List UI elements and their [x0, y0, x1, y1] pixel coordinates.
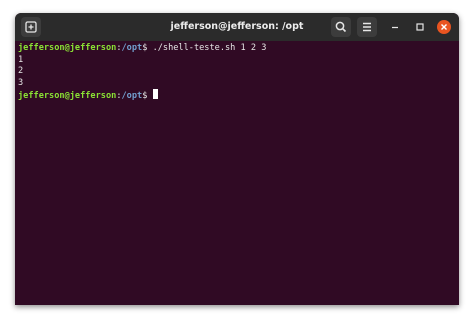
prompt-path: /opt	[121, 91, 143, 101]
close-button[interactable]	[437, 20, 451, 34]
new-tab-icon	[25, 21, 37, 33]
titlebar[interactable]: jefferson@jefferson: /opt	[15, 13, 459, 41]
terminal-window: jefferson@jefferson: /opt jefferson@jeff…	[15, 13, 459, 305]
output-line: 1	[18, 54, 24, 65]
maximize-icon	[416, 23, 424, 31]
menu-button[interactable]	[357, 17, 377, 37]
close-icon	[441, 24, 447, 30]
maximize-button[interactable]	[413, 20, 427, 34]
prompt-path: /opt	[121, 43, 143, 53]
prompt-user: jefferson@jefferson	[18, 43, 117, 53]
terminal-area[interactable]: jefferson@jefferson:/opt$ ./shell-teste.…	[15, 41, 459, 305]
search-button[interactable]	[331, 17, 351, 37]
minimize-button[interactable]	[388, 20, 402, 34]
text-cursor	[152, 89, 158, 99]
hamburger-menu-icon	[363, 22, 371, 32]
new-tab-button[interactable]	[21, 17, 41, 37]
command-text: ./shell-teste.sh 1 2 3	[147, 43, 267, 53]
minimize-icon	[392, 26, 398, 29]
search-icon	[335, 21, 347, 33]
output-line: 3	[18, 77, 24, 88]
command-line: jefferson@jefferson:/opt$ ./shell-teste.…	[18, 43, 456, 55]
output-line: 2	[18, 66, 24, 76]
active-prompt-line[interactable]: jefferson@jefferson:/opt$	[18, 89, 456, 101]
prompt-symbol: $	[142, 91, 148, 101]
prompt-user: jefferson@jefferson	[18, 91, 117, 101]
